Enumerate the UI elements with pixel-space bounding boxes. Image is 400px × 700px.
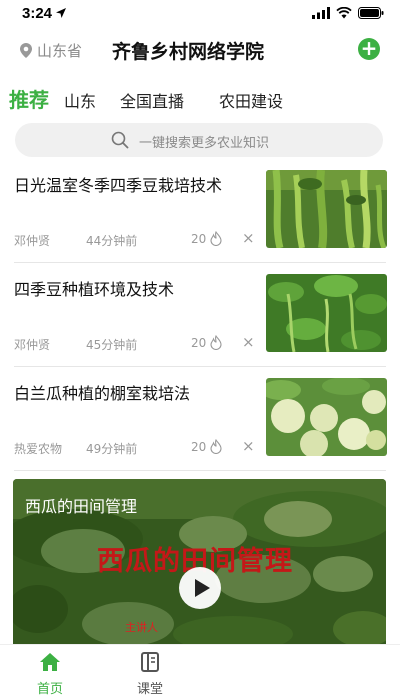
map-pin-icon	[20, 43, 32, 58]
article-time: 49分钟前	[86, 442, 138, 456]
dismiss-icon[interactable]: ×	[242, 333, 255, 351]
signal-icon	[312, 7, 330, 19]
battery-icon	[358, 7, 384, 19]
article-time: 45分钟前	[86, 338, 138, 352]
tabbar-fade-overlay	[210, 645, 400, 700]
hot-count: 20	[191, 336, 207, 350]
play-button[interactable]	[179, 567, 221, 609]
location-arrow-icon	[56, 8, 67, 18]
flame-icon	[210, 439, 222, 454]
tab-national-live[interactable]: 全国直播	[120, 88, 184, 112]
video-card[interactable]: 西瓜的田间管理 西瓜的田间管理 主讲人	[13, 479, 386, 649]
article-time: 44分钟前	[86, 234, 138, 248]
article-title: 日光温室冬季四季豆栽培技术	[14, 176, 223, 195]
location-selector[interactable]: 山东省	[20, 40, 82, 61]
article-thumbnail	[266, 274, 387, 352]
tabbar-item-home[interactable]: 首页	[20, 652, 80, 697]
dismiss-icon[interactable]: ×	[242, 437, 255, 455]
flame-icon	[210, 335, 222, 350]
tabbar-label: 首页	[36, 682, 63, 697]
search-icon	[111, 131, 129, 149]
article-thumbnail	[266, 378, 387, 456]
status-time: 3:24	[22, 5, 67, 22]
book-icon	[141, 652, 159, 672]
category-tabs: 推荐 山东 全国直播 农田建设	[0, 84, 400, 116]
tab-shandong[interactable]: 山东	[64, 88, 96, 112]
article-title: 四季豆种植环境及技术	[14, 280, 175, 299]
article-item[interactable]: 日光温室冬季四季豆栽培技术 邓仲贤 44分钟前 20 ×	[0, 162, 400, 264]
location-label: 山东省	[37, 42, 83, 60]
clock-text: 3:24	[22, 5, 53, 22]
article-author: 邓仲贤	[14, 234, 51, 248]
article-title: 白兰瓜种植的棚室栽培法	[14, 384, 191, 403]
dismiss-icon[interactable]: ×	[242, 229, 255, 247]
wifi-icon	[336, 7, 352, 19]
article-thumbnail	[266, 170, 387, 248]
app-header: 山东省 齐鲁乡村网络学院 +	[0, 36, 400, 66]
flame-icon	[210, 231, 222, 246]
bottom-tab-bar: 首页 课堂	[0, 644, 400, 700]
tabbar-item-classroom[interactable]: 课堂	[120, 652, 180, 697]
article-item[interactable]: 白兰瓜种植的棚室栽培法 热爱农物 49分钟前 20 ×	[0, 370, 400, 472]
plus-icon: +	[360, 36, 378, 60]
status-icons	[312, 7, 384, 19]
app-title: 齐鲁乡村网络学院	[112, 41, 265, 63]
tabbar-label: 课堂	[136, 682, 163, 697]
hot-count: 20	[191, 232, 207, 246]
play-icon	[195, 579, 210, 597]
add-button[interactable]: +	[358, 38, 380, 60]
article-item[interactable]: 四季豆种植环境及技术 邓仲贤 45分钟前 20 ×	[0, 266, 400, 368]
tab-farmland[interactable]: 农田建设	[219, 88, 283, 112]
divider	[14, 262, 386, 263]
divider	[14, 470, 386, 471]
article-author: 热爱农物	[14, 442, 63, 456]
video-label: 西瓜的田间管理	[25, 497, 138, 516]
home-icon	[40, 653, 60, 671]
video-credit: 主讲人	[125, 621, 158, 634]
tab-recommend[interactable]: 推荐	[9, 84, 49, 113]
article-author: 邓仲贤	[14, 338, 51, 352]
status-bar: 3:24	[0, 0, 400, 28]
hot-count: 20	[191, 440, 207, 454]
search-placeholder: 一键搜索更多农业知识	[139, 136, 270, 151]
search-bar[interactable]: 一键搜索更多农业知识	[15, 123, 383, 157]
divider	[14, 366, 386, 367]
